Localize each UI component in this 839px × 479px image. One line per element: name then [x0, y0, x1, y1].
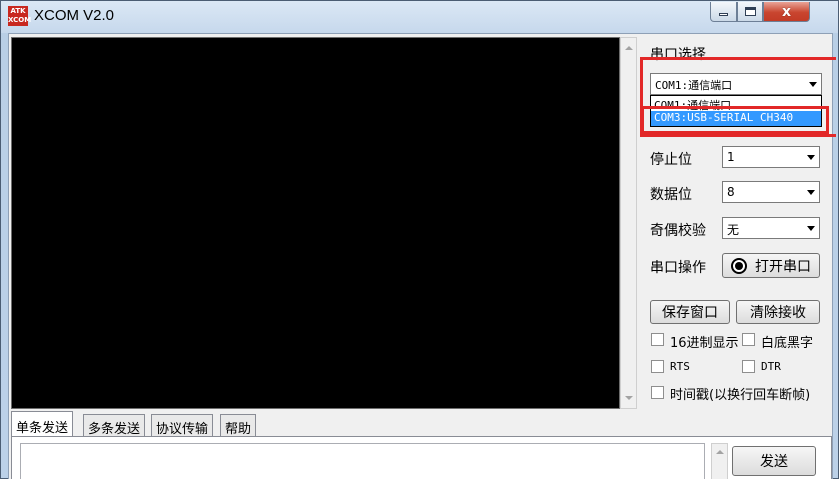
- logo-text-top: ATK: [10, 7, 26, 15]
- chevron-down-icon: [807, 226, 815, 231]
- stop-bits-dropdown[interactable]: 1: [722, 146, 820, 168]
- rts-checkbox[interactable]: [651, 360, 664, 373]
- send-scrollbar[interactable]: [711, 443, 728, 479]
- logo-text-bottom: XCOM: [8, 16, 32, 24]
- stop-bits-label: 停止位: [650, 152, 692, 168]
- maximize-button[interactable]: [737, 2, 763, 22]
- hex-display-checkbox[interactable]: [651, 333, 664, 346]
- stop-bits-value: 1: [727, 150, 735, 164]
- port-operation-label: 串口操作: [650, 260, 706, 276]
- tab-protocol[interactable]: 协议传输: [151, 414, 214, 437]
- client-area: 串口选择 COM1:通信端口 COM1:通信端口 COM3:USB-SERIAL…: [8, 33, 836, 479]
- minimize-button[interactable]: [710, 2, 737, 22]
- save-window-button[interactable]: 保存窗口: [650, 300, 730, 324]
- data-bits-label: 数据位: [650, 187, 692, 203]
- send-text-input[interactable]: [20, 443, 705, 479]
- white-bg-checkbox[interactable]: [742, 333, 755, 346]
- dtr-checkbox[interactable]: [742, 360, 755, 373]
- dtr-label: DTR: [761, 360, 781, 373]
- scroll-up-arrow-icon[interactable]: [716, 450, 724, 454]
- send-panel: [11, 436, 832, 479]
- maximize-icon: [744, 7, 756, 16]
- tab-single-send[interactable]: 单条发送: [11, 411, 74, 437]
- open-port-label: 打开串口: [755, 258, 811, 275]
- parity-value: 无: [727, 223, 740, 237]
- close-button[interactable]: x: [763, 2, 810, 22]
- scroll-down-arrow-icon[interactable]: [625, 396, 633, 400]
- radio-indicator-icon: [731, 257, 747, 274]
- chevron-down-icon: [807, 190, 815, 195]
- data-bits-value: 8: [727, 185, 735, 199]
- hex-display-label: 16进制显示: [670, 336, 739, 351]
- highlight-box-ch340: [641, 106, 829, 134]
- open-port-button[interactable]: 打开串口: [722, 253, 820, 278]
- minimize-icon: [719, 13, 728, 16]
- parity-dropdown[interactable]: 无: [722, 217, 820, 239]
- scroll-up-arrow-icon[interactable]: [625, 46, 633, 50]
- app-logo-icon: ATK XCOM: [8, 6, 32, 26]
- tab-multi-send[interactable]: 多条发送: [83, 414, 146, 437]
- receive-text-area[interactable]: [11, 37, 620, 409]
- timestamp-label: 时间戳(以换行回车断帧): [670, 388, 811, 403]
- rts-label: RTS: [670, 360, 690, 373]
- receive-scrollbar[interactable]: [620, 37, 637, 409]
- xcom-window: ATK XCOM XCOM V2.0 x 串口选择 COM1:通信端口 COM1…: [0, 0, 839, 479]
- tab-help[interactable]: 帮助: [220, 414, 257, 437]
- data-bits-dropdown[interactable]: 8: [722, 181, 820, 203]
- window-title: XCOM V2.0: [34, 7, 115, 24]
- send-button[interactable]: 发送: [732, 446, 816, 476]
- chevron-down-icon: [807, 155, 815, 160]
- white-bg-label: 白底黑字: [761, 336, 814, 351]
- timestamp-checkbox[interactable]: [651, 386, 664, 399]
- clear-receive-button[interactable]: 清除接收: [736, 300, 820, 324]
- close-icon: x: [781, 3, 792, 20]
- parity-label: 奇偶校验: [650, 223, 706, 239]
- title-bar[interactable]: ATK XCOM XCOM V2.0 x: [1, 1, 838, 33]
